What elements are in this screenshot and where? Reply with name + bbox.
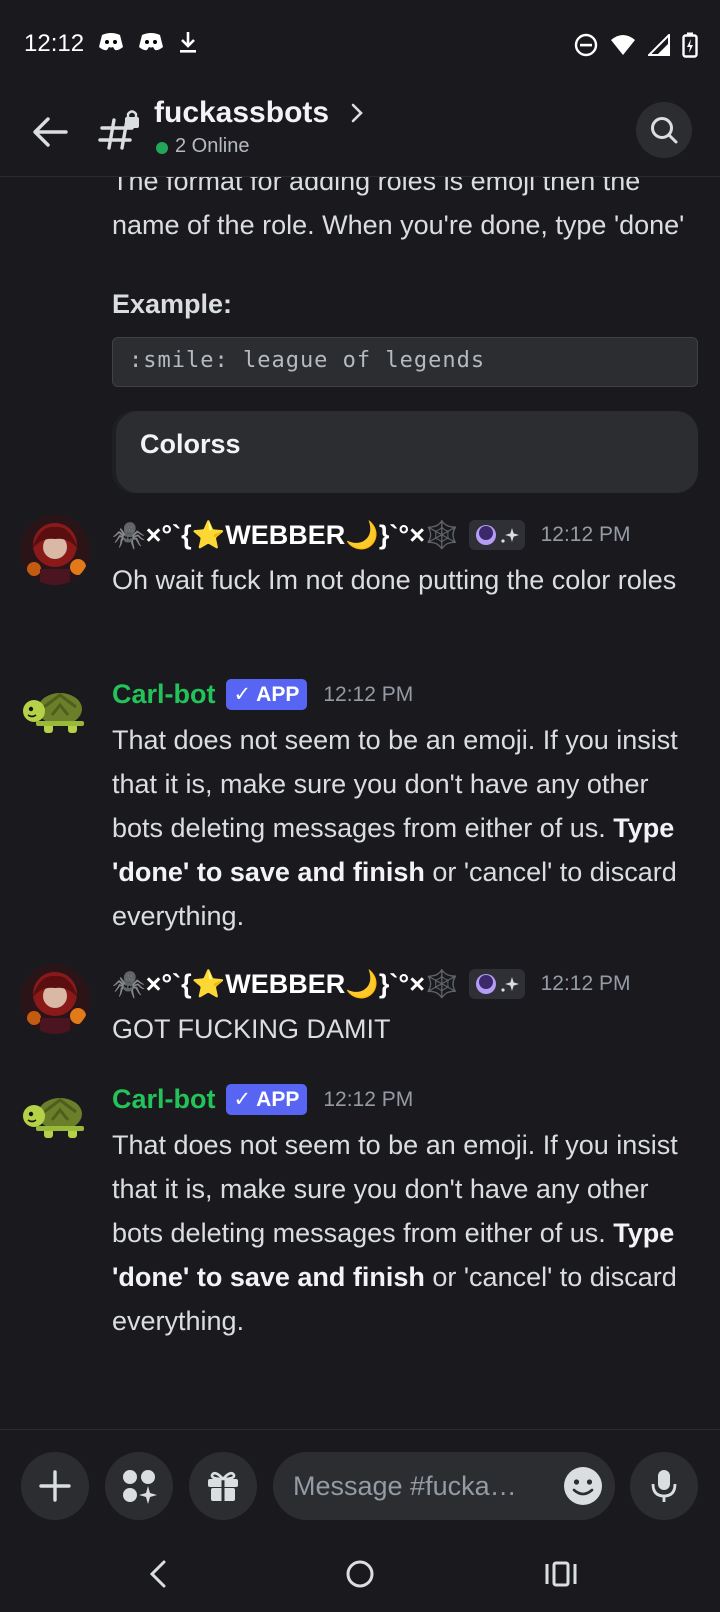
status-time: 12:12 [24,30,85,57]
message-text: That does not seem to be an emoji. If yo… [112,725,678,843]
avatar[interactable] [20,964,90,1034]
message-content: That does not seem to be an emoji. If yo… [112,1123,692,1343]
turtle-icon [23,693,84,733]
nav-back-icon [149,1560,166,1588]
author-name[interactable]: 🕷️×°`{⭐WEBBER🌙}`°×🕸️ [112,519,459,551]
author-name[interactable]: 🕷️×°`{⭐WEBBER🌙}`°×🕸️ [112,968,459,1000]
cell-signal-icon [648,34,670,56]
wifi-icon [611,35,635,55]
emoji-smile-icon [564,1467,602,1505]
nav-back-button[interactable] [128,1549,188,1599]
message-content: GOT FUCKING DAMIT [112,1014,391,1044]
battery-charging-icon [682,32,698,58]
message-timestamp: 12:12 PM [323,1087,414,1111]
sparkle-icon [501,528,519,543]
microphone-icon [651,1470,677,1502]
avatar[interactable] [20,681,90,751]
discord-notification-icon [99,33,123,51]
online-status-dot [156,142,168,154]
status-system-icons [574,32,698,58]
message-header: Carl-bot ✓ APP 12:12 PM [112,679,413,710]
channel-name[interactable]: fuckassbots [154,96,329,130]
voice-message-button[interactable] [630,1452,698,1520]
status-bar: 12:12 [0,0,720,92]
author-name[interactable]: Carl-bot [112,679,216,710]
author-name[interactable]: Carl-bot [112,1084,216,1115]
online-count: 2 Online [175,135,250,157]
search-button[interactable] [636,102,692,158]
channel-header: fuckassbots 2 Online [0,92,720,177]
chevron-right-icon [351,103,363,123]
gift-button[interactable] [189,1452,257,1520]
gift-icon [208,1471,238,1501]
emoji-button[interactable] [563,1466,603,1506]
sparkle-icon [501,977,519,992]
server-tag[interactable] [468,520,525,550]
moon-badge-icon [475,974,496,994]
embed-card: Colorss [112,411,698,493]
locked-channel-hash-icon [98,108,142,152]
message-content: That does not seem to be an emoji. If yo… [112,718,692,938]
dnd-icon [574,33,598,57]
message-list[interactable]: The format for adding roles is emoji the… [0,177,720,1429]
search-icon [651,117,678,144]
turtle-icon [23,1098,84,1138]
download-icon [180,32,196,53]
nav-recents-icon [545,1561,577,1587]
nav-home-button[interactable] [330,1549,390,1599]
system-navigation-bar [0,1539,720,1612]
message-input-placeholder: Message #fucka… [293,1470,517,1501]
back-arrow-icon [33,117,68,147]
nav-home-icon [346,1560,374,1588]
add-attachment-button[interactable] [21,1452,89,1520]
message-timestamp: 12:12 PM [323,682,414,706]
discord-notification-icon [139,33,163,51]
bot-instruction-text: The format for adding roles is emoji the… [112,177,685,240]
avatar[interactable] [20,1086,90,1156]
apps-icon [123,1470,157,1504]
message-composer: Message #fucka… [0,1429,720,1540]
server-tag[interactable] [468,969,525,999]
message-header: 🕷️×°`{⭐WEBBER🌙}`°×🕸️ 12:12 PM [112,968,631,1000]
status-notification-icons [98,30,198,54]
message-header: Carl-bot ✓ APP 12:12 PM [112,1084,413,1115]
message-text: That does not seem to be an emoji. If yo… [112,1130,678,1248]
nav-recents-button[interactable] [531,1549,591,1599]
back-button[interactable] [30,112,70,152]
example-code-block: :smile: league of legends [112,337,698,387]
app-badge: ✓ APP [225,679,308,710]
message-timestamp: 12:12 PM [540,523,631,546]
plus-icon [39,1470,71,1502]
example-label: Example: [112,289,233,319]
avatar[interactable] [20,515,90,585]
message-input[interactable]: Message #fucka… [273,1452,615,1520]
apps-button[interactable] [105,1452,173,1520]
message-timestamp: 12:12 PM [540,972,631,995]
app-badge: ✓ APP [225,1084,308,1115]
message-content: Oh wait fuck Im not done putting the col… [112,565,677,595]
moon-badge-icon [475,525,496,545]
message-header: 🕷️×°`{⭐WEBBER🌙}`°×🕸️ 12:12 PM [112,519,631,551]
